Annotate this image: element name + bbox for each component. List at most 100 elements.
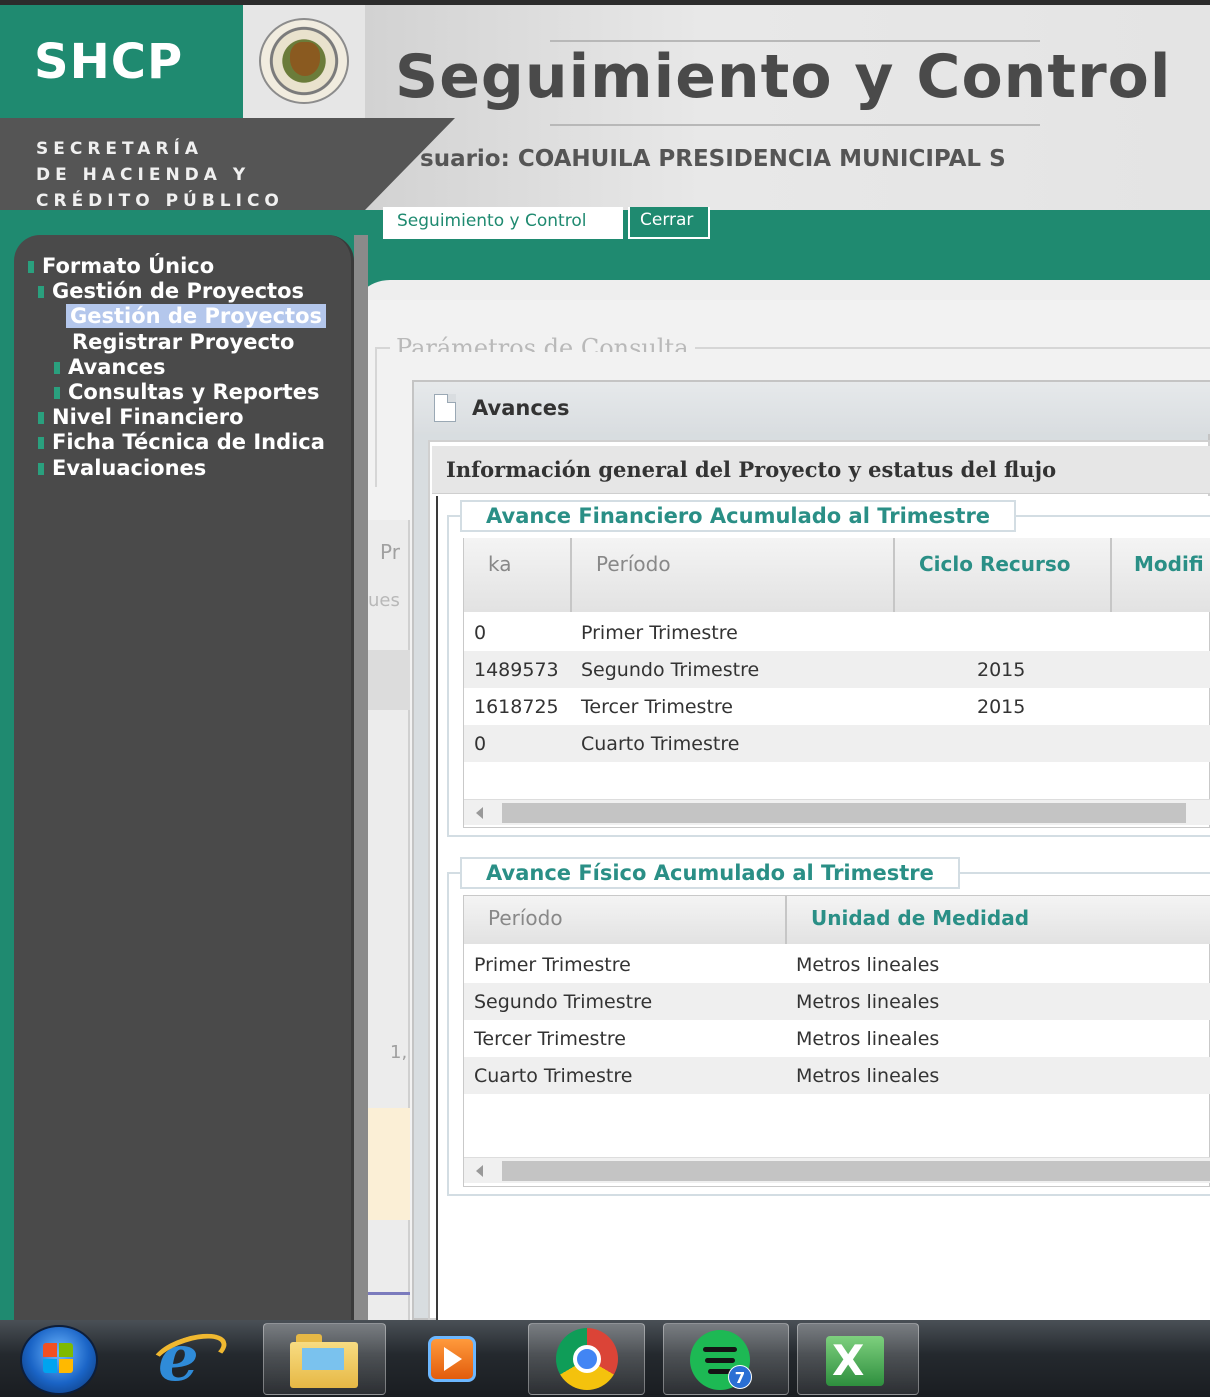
cell-periodo: Tercer Trimestre	[474, 1028, 626, 1050]
eagle-icon	[290, 42, 320, 76]
financiero-col-ka[interactable]: ka	[464, 538, 572, 612]
play-icon	[444, 1347, 462, 1371]
sidebar-item-label: Nivel Financiero	[52, 405, 244, 429]
sidebar-item-nivel-financiero[interactable]: Nivel Financiero	[38, 405, 244, 429]
fisico-horizontal-scrollbar[interactable]	[464, 1157, 1210, 1183]
spotify-wave-icon	[703, 1347, 737, 1352]
column-header-label: Período	[488, 906, 563, 930]
bullet-icon	[54, 362, 60, 374]
background-grid-rule	[368, 1292, 410, 1295]
app-title: Seguimiento y Control	[395, 42, 1172, 112]
cell-ka: 0	[474, 733, 487, 755]
financiero-col-ciclo-recurso[interactable]: Ciclo Recurso	[895, 538, 1112, 612]
sidebar-item-label: Evaluaciones	[52, 456, 207, 480]
cell-periodo: Segundo Trimestre	[474, 991, 653, 1013]
bullet-icon	[38, 412, 44, 424]
secretaria-line-1: SECRETARÍA	[36, 139, 204, 159]
bullet-icon	[54, 387, 60, 399]
bullet-icon	[38, 437, 44, 449]
sidebar-item-gestion-proyectos-selected[interactable]: Gestión de Proyectos	[66, 304, 327, 328]
cell-ka: 1618725	[474, 696, 559, 718]
background-strip-text: Pr	[380, 540, 400, 564]
cell-unidad: Metros lineales	[796, 991, 940, 1013]
sidebar-item-label: Ficha Técnica de Indica	[52, 430, 325, 454]
table-row[interactable]: 0 Cuarto Trimestre	[464, 725, 1210, 762]
background-strip-text: ues	[368, 590, 400, 611]
table-row[interactable]: Tercer Trimestre Metros lineales	[464, 1020, 1210, 1057]
column-header-label: Ciclo Recurso	[919, 552, 1071, 576]
scrollbar-thumb[interactable]	[502, 803, 1186, 823]
spotify-wave-icon	[705, 1358, 735, 1363]
user-label: suario: COAHUILA PRESIDENCIA MUNICIPAL S	[420, 146, 1006, 172]
table-row[interactable]: Segundo Trimestre Metros lineales	[464, 983, 1210, 1020]
sidebar-item-label: Formato Único	[42, 254, 215, 278]
secretaria-text: SECRETARÍA DE HACIENDA Y CRÉDITO PÚBLICO	[36, 136, 284, 214]
cell-periodo: Cuarto Trimestre	[581, 733, 740, 755]
fieldset-border-left	[375, 347, 377, 487]
sidebar-item-avances[interactable]: Avances	[54, 355, 166, 379]
sidebar-divider	[354, 235, 368, 1320]
document-icon	[434, 394, 456, 422]
table-row[interactable]: 1489573 Segundo Trimestre 2015	[464, 651, 1210, 688]
table-row[interactable]: 1618725 Tercer Trimestre 2015	[464, 688, 1210, 725]
app-root: SHCP SECRETARÍA DE HACIENDA Y CRÉDITO PÚ…	[0, 0, 1210, 1397]
windows-flag-icon	[43, 1343, 75, 1375]
cell-periodo: Segundo Trimestre	[581, 659, 760, 681]
sidebar-item-label: Gestión de Proyectos	[66, 304, 327, 328]
sidebar-item-label: Registrar Proyecto	[72, 330, 295, 354]
fisico-col-periodo[interactable]: Período	[464, 896, 787, 944]
tab-seguimiento[interactable]: Seguimiento y Control	[383, 207, 623, 239]
cell-ciclo: 2015	[977, 659, 1026, 681]
sidebar-item-registrar-proyecto[interactable]: Registrar Proyecto	[72, 330, 294, 354]
cell-ciclo: 2015	[977, 696, 1026, 718]
background-strip-number: 1,	[390, 1042, 408, 1063]
financiero-legend: Avance Financiero Acumulado al Trimestre	[460, 500, 1017, 532]
table-row[interactable]: 0 Primer Trimestre	[464, 614, 1210, 651]
scrollbar-thumb[interactable]	[502, 1161, 1210, 1181]
sidebar-item-ficha-tecnica[interactable]: Ficha Técnica de Indica	[38, 430, 368, 454]
background-grid-header	[368, 650, 410, 710]
info-panel-title: Información general del Proyecto y estat…	[446, 457, 1057, 482]
column-header-label: Modifi	[1134, 552, 1204, 576]
sidebar-item-formato-unico[interactable]: Formato Único	[28, 254, 214, 278]
column-header-label: Unidad de Medidad	[811, 906, 1030, 930]
financiero-col-periodo[interactable]: Período	[572, 538, 895, 612]
notification-badge: 7	[728, 1365, 752, 1389]
secretaria-line-2: DE HACIENDA Y	[36, 165, 251, 185]
shcp-logo[interactable]: SHCP	[34, 34, 183, 90]
fisico-col-unidad-medida[interactable]: Unidad de Medidad	[787, 896, 1210, 944]
sidebar-item-gestion-proyectos[interactable]: Gestión de Proyectos	[38, 279, 304, 303]
cell-unidad: Metros lineales	[796, 1065, 940, 1087]
sidebar-item-label: Avances	[68, 355, 166, 379]
cell-periodo: Primer Trimestre	[474, 954, 631, 976]
cell-periodo: Primer Trimestre	[581, 622, 738, 644]
sidebar-edge	[0, 235, 14, 1320]
sidebar-item-consultas-reportes[interactable]: Consultas y Reportes	[54, 380, 354, 404]
cell-periodo: Tercer Trimestre	[581, 696, 733, 718]
sidebar-item-label: Gestión de Proyectos	[52, 279, 305, 303]
excel-x-icon: X	[832, 1336, 865, 1385]
bullet-icon	[38, 463, 44, 475]
bullet-icon	[38, 286, 44, 298]
fisico-legend: Avance Físico Acumulado al Trimestre	[460, 857, 960, 889]
financiero-col-modificado[interactable]: Modifi	[1112, 538, 1210, 612]
sidebar-item-label: Consultas y Reportes	[68, 380, 320, 404]
bullet-icon	[28, 261, 34, 273]
cell-ka: 1489573	[474, 659, 559, 681]
cell-unidad: Metros lineales	[796, 954, 940, 976]
chrome-center-icon	[573, 1345, 601, 1373]
avances-window-title: Avances	[472, 396, 570, 420]
tab-cerrar[interactable]: Cerrar	[628, 207, 710, 239]
table-row[interactable]: Primer Trimestre Metros lineales	[464, 946, 1210, 983]
sidebar-item-evaluaciones[interactable]: Evaluaciones	[38, 456, 206, 480]
column-header-label: ka	[488, 552, 512, 576]
cell-unidad: Metros lineales	[796, 1028, 940, 1050]
table-row[interactable]: Cuarto Trimestre Metros lineales	[464, 1057, 1210, 1094]
consulta-legend: Parámetros de Consulta	[390, 334, 695, 352]
folder-doc-icon	[302, 1348, 344, 1370]
scroll-left-icon[interactable]	[476, 1165, 483, 1177]
scroll-left-icon[interactable]	[476, 807, 483, 819]
financiero-horizontal-scrollbar[interactable]	[464, 799, 1210, 825]
cell-periodo: Cuarto Trimestre	[474, 1065, 633, 1087]
title-rule-bottom	[550, 124, 1040, 126]
